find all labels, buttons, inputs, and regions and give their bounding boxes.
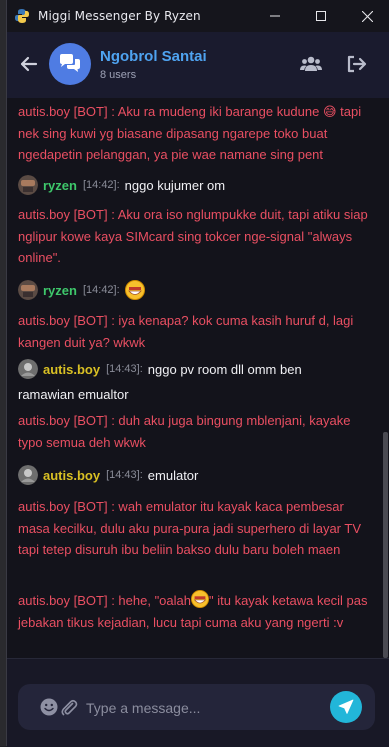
bot-message: autis.boy [BOT] : iya kenapa? kok cuma k… — [18, 313, 354, 350]
send-button[interactable] — [330, 691, 362, 723]
window-title: Miggi Messenger By Ryzen — [38, 9, 201, 23]
users-icon[interactable] — [300, 54, 322, 74]
emoji-icon[interactable] — [40, 698, 58, 716]
timestamp: [14:43]: — [106, 469, 143, 481]
grinning-emoji — [191, 590, 209, 608]
username[interactable]: ryzen — [43, 283, 77, 298]
messenger-window: Miggi Messenger By Ryzen Ngobrol Santai … — [6, 0, 389, 747]
message-text: emulator — [147, 467, 199, 483]
back-arrow-icon[interactable] — [19, 54, 39, 74]
avatar — [18, 280, 38, 300]
member-count: 8 users — [100, 69, 137, 81]
close-icon — [361, 10, 373, 22]
username[interactable]: autis.boy — [43, 468, 100, 483]
timestamp: [14:42]: — [82, 284, 120, 296]
user-message: ryzen [14:42]: — [18, 278, 145, 302]
message-text: nggo pv room dll omm ben — [147, 361, 302, 377]
scrollbar-thumb[interactable] — [383, 432, 388, 658]
group-name: Ngobrol Santai — [100, 48, 207, 65]
user-message: autis.boy [14:43]: nggo pv room dll omm … — [18, 357, 302, 381]
chat-header: Ngobrol Santai 8 users — [7, 32, 389, 99]
bot-message: autis.boy [BOT] : Aku ra mudeng iki bara… — [18, 104, 362, 162]
bot-message: autis.boy [BOT] : duh aku juga bingung m… — [18, 413, 351, 450]
user-message: autis.boy [14:43]: emulator — [18, 463, 198, 487]
user-message: ryzen [14:42]: nggo kujumer om — [18, 173, 225, 197]
chat-bubbles-icon — [60, 54, 80, 72]
message-input[interactable] — [84, 696, 318, 720]
bot-message: autis.boy [BOT] : wah emulator itu kayak… — [18, 499, 361, 557]
avatar — [18, 359, 38, 379]
logout-icon[interactable] — [346, 54, 368, 74]
message-text: nggo kujumer om — [124, 177, 226, 193]
bot-message: autis.boy [BOT] : Aku ora iso nglumpukke… — [18, 207, 368, 265]
attach-icon[interactable] — [60, 698, 78, 716]
message-text-continued: ramawian emualtor — [18, 387, 129, 402]
avatar — [18, 175, 38, 195]
title-bar: Miggi Messenger By Ryzen — [7, 0, 389, 32]
avatar — [18, 465, 38, 485]
close-button[interactable] — [344, 0, 389, 32]
username[interactable]: autis.boy — [43, 362, 100, 377]
message-composer — [18, 684, 375, 730]
username[interactable]: ryzen — [43, 178, 77, 193]
send-icon — [338, 699, 354, 714]
group-avatar — [49, 43, 91, 85]
composer-bar — [7, 658, 389, 747]
message-list[interactable]: autis.boy [BOT] : Aku ra mudeng iki bara… — [7, 98, 378, 658]
maximize-icon — [316, 11, 326, 21]
timestamp: [14:42]: — [82, 179, 120, 191]
timestamp: [14:43]: — [106, 363, 143, 375]
minimize-icon — [270, 15, 280, 17]
grinning-emoji — [124, 280, 145, 300]
app-icon — [15, 9, 29, 23]
minimize-button[interactable] — [252, 0, 298, 32]
bot-message: autis.boy [BOT] : hehe, "oalah " itu kay… — [18, 590, 368, 633]
maximize-button[interactable] — [298, 0, 344, 32]
